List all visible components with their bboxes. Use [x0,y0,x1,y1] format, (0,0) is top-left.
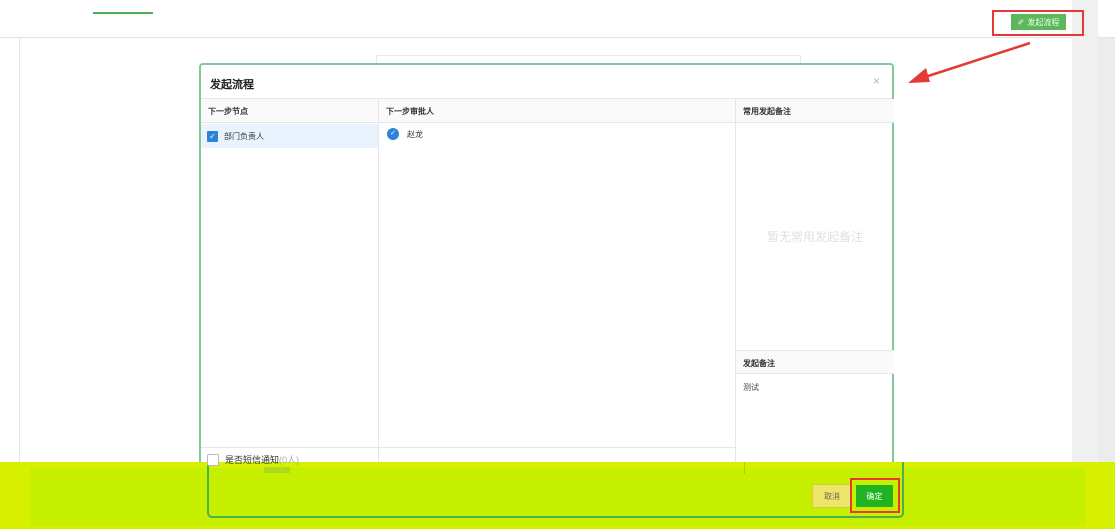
start-process-dialog: 发起流程 × 下一步节点 ✓ 部门负责人 下一步审批人 ✓ 赵龙 常用发起备注 … [199,63,894,472]
cancel-button[interactable]: 取消 [812,484,852,508]
node-item-department-head[interactable]: ✓ 部门负责人 [201,124,378,148]
remark-textarea[interactable]: 测试 [736,374,894,393]
confirm-button-highlight [850,478,900,513]
sms-notify-label: 是否短信通知(0人) [225,455,300,465]
dialog-header: 发起流程 × [201,65,892,99]
active-tab-indicator [93,12,153,14]
next-approver-column: 下一步审批人 ✓ 赵龙 [379,99,736,472]
sms-checkbox[interactable] [207,453,219,466]
sms-underline-mark [264,467,290,473]
top-bar [0,0,1115,38]
node-item-label: 部门负责人 [224,131,264,141]
left-rail [0,0,20,470]
dialog-title: 发起流程 [210,79,254,91]
start-button-highlight [992,10,1084,36]
next-node-header: 下一步节点 [201,99,378,123]
next-node-column: 下一步节点 ✓ 部门负责人 [201,99,379,472]
common-remark-header: 常用发起备注 [736,99,894,123]
close-icon[interactable]: × [873,74,880,88]
right-scroll-rail [1072,0,1098,470]
checkbox-checked-icon[interactable]: ✓ [207,130,218,142]
radio-checked-icon[interactable]: ✓ [387,128,399,140]
next-approver-header: 下一步审批人 [379,99,735,123]
common-remark-empty: 暂无常用发起备注 [766,230,863,244]
sms-notify-count: (0人) [279,455,300,465]
annotation-arrow [908,41,1031,83]
remark-header: 发起备注 [736,350,894,374]
approver-name: 赵龙 [407,129,423,139]
remark-column: 常用发起备注 暂无常用发起备注 发起备注 测试 [736,99,894,472]
dialog-footer [207,462,904,518]
sms-notify-row[interactable]: 是否短信通知(0人) [207,453,299,466]
approver-item[interactable]: ✓ 赵龙 [379,123,735,140]
